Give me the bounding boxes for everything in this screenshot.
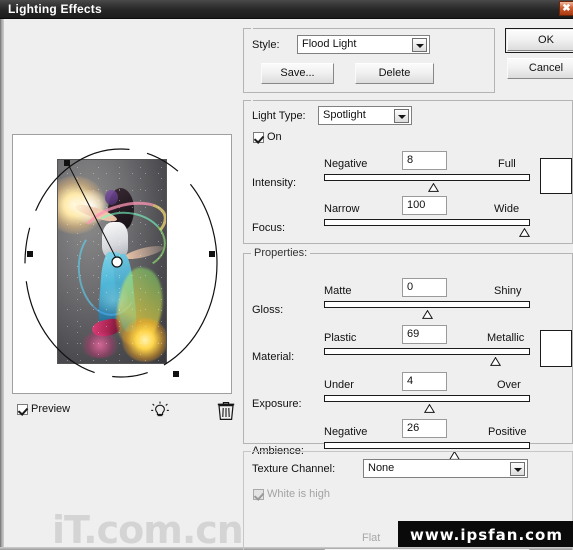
- ambience-slider-track[interactable]: [324, 442, 530, 449]
- checkbox-box-white-is-high[interactable]: [253, 489, 264, 500]
- preview-checkbox-label: Preview: [31, 403, 70, 415]
- height-min-label: Flat: [362, 532, 380, 544]
- style-group-legend: [251, 28, 253, 29]
- watermark-itcom: iT.com.cn: [52, 511, 243, 549]
- watermark-ipsfan: www.ipsfan.com: [398, 521, 573, 547]
- style-group: Style: Flood Light Save... Delete: [243, 28, 495, 93]
- white-is-high-label: White is high: [267, 488, 330, 500]
- window-title: Lighting Effects: [8, 2, 102, 16]
- texture-channel-dropdown-value: None: [368, 462, 394, 474]
- exposure-min-label: Under: [324, 379, 354, 391]
- exposure-slider-track[interactable]: [324, 395, 530, 402]
- material-label: Material:: [252, 351, 294, 363]
- style-label: Style:: [252, 39, 280, 51]
- texture-channel-dropdown[interactable]: None: [363, 459, 528, 478]
- focus-value-field[interactable]: 100: [402, 196, 447, 215]
- focus-slider[interactable]: [324, 219, 530, 233]
- window-titlebar: Lighting Effects ✖: [0, 0, 573, 19]
- gloss-label: Gloss:: [252, 304, 283, 316]
- focus-label: Focus:: [252, 222, 285, 234]
- gloss-min-label: Matte: [324, 285, 352, 297]
- focus-slider-track[interactable]: [324, 219, 530, 226]
- material-min-label: Plastic: [324, 332, 356, 344]
- exposure-max-label: Over: [497, 379, 521, 391]
- ambience-min-label: Negative: [324, 426, 367, 438]
- checkbox-box-preview[interactable]: [17, 404, 28, 415]
- material-color-swatch[interactable]: [540, 330, 572, 367]
- material-slider-track[interactable]: [324, 348, 530, 355]
- intensity-label: Intensity:: [252, 177, 296, 189]
- light-type-dropdown-value: Spotlight: [323, 109, 366, 121]
- exposure-value-field[interactable]: 4: [402, 372, 447, 391]
- lighting-effects-dialog: Lighting Effects ✖: [0, 0, 573, 550]
- settings-panel: Style: Flood Light Save... Delete OK Can…: [243, 23, 573, 550]
- preview-toolbar: Preview: [12, 401, 232, 421]
- material-value-field[interactable]: 69: [402, 325, 447, 344]
- intensity-max-label: Full: [498, 158, 516, 170]
- style-dropdown[interactable]: Flood Light: [297, 35, 430, 54]
- cancel-button[interactable]: Cancel: [507, 58, 573, 79]
- light-on-label: On: [267, 131, 282, 143]
- material-slider[interactable]: [324, 348, 530, 362]
- ambience-max-label: Positive: [488, 426, 527, 438]
- light-on-checkbox[interactable]: On: [253, 131, 282, 143]
- checkbox-box-on[interactable]: [253, 132, 264, 143]
- style-dropdown-value: Flood Light: [302, 38, 356, 50]
- light-color-swatch[interactable]: [540, 158, 572, 194]
- ambience-value-field[interactable]: 26: [402, 419, 447, 438]
- intensity-value-field[interactable]: 8: [402, 151, 447, 170]
- save-button[interactable]: Save...: [261, 63, 334, 84]
- light-type-label: Light Type:: [252, 110, 306, 122]
- gloss-value-field[interactable]: 0: [402, 278, 447, 297]
- light-type-dropdown[interactable]: Spotlight: [318, 106, 412, 125]
- exposure-label: Exposure:: [252, 398, 302, 410]
- focus-max-label: Wide: [494, 203, 519, 215]
- intensity-slider-track[interactable]: [324, 174, 530, 181]
- gloss-max-label: Shiny: [494, 285, 522, 297]
- properties-group-legend: Properties:: [251, 247, 310, 259]
- chevron-down-icon[interactable]: [412, 38, 427, 52]
- lighting-preview-canvas[interactable]: [12, 134, 232, 394]
- chevron-down-icon[interactable]: [394, 109, 409, 123]
- properties-group: Properties: Gloss: Matte Shiny 0 Materia…: [243, 247, 573, 444]
- trash-can-icon[interactable]: [217, 401, 235, 426]
- gloss-slider-track[interactable]: [324, 301, 530, 308]
- gloss-slider[interactable]: [324, 301, 530, 315]
- white-is-high-checkbox[interactable]: White is high: [253, 488, 330, 500]
- light-type-group: Light Type: Spotlight On Intensity: Nega…: [243, 100, 573, 244]
- focus-min-label: Narrow: [324, 203, 359, 215]
- preview-panel: Preview: [5, 23, 238, 545]
- intensity-slider[interactable]: [324, 174, 530, 188]
- ok-button[interactable]: OK: [507, 30, 573, 51]
- texture-group-legend: [251, 451, 253, 452]
- close-icon[interactable]: ✖: [559, 1, 573, 16]
- delete-button[interactable]: Delete: [355, 63, 434, 84]
- chevron-down-icon[interactable]: [510, 462, 525, 476]
- texture-channel-label: Texture Channel:: [252, 463, 335, 475]
- material-max-label: Metallic: [487, 332, 524, 344]
- preview-checkbox[interactable]: Preview: [17, 403, 70, 415]
- exposure-slider[interactable]: [324, 395, 530, 409]
- light-ellipse-overlay[interactable]: [13, 135, 231, 393]
- light-type-group-legend: [251, 100, 253, 101]
- intensity-min-label: Negative: [324, 158, 367, 170]
- light-bulb-icon[interactable]: [150, 401, 170, 426]
- window-frame-left: [0, 19, 4, 550]
